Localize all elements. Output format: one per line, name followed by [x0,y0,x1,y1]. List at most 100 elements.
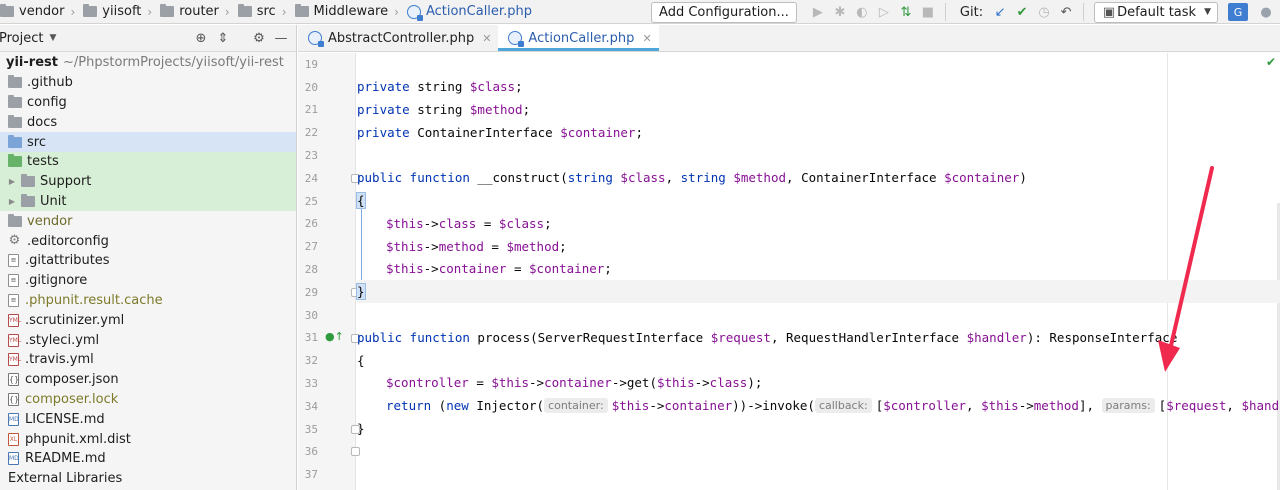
chevron-right-icon[interactable]: ▶ [6,177,18,186]
chevron-down-icon[interactable]: ▼ [49,33,56,43]
tree-item[interactable]: YML .scrutinizer.yml [0,310,296,330]
close-icon[interactable]: ✕ [482,32,491,45]
profile-icon[interactable]: ▷ [873,0,895,24]
tab-abstract-controller[interactable]: AbstractController.php ✕ [298,25,498,51]
json-file-icon: {} [8,392,20,406]
code-line[interactable]: public function __construct(string $clas… [357,166,1280,189]
tree-item[interactable]: MD LICENSE.md [0,409,296,429]
code-line[interactable]: private string $class; [357,75,1280,98]
line-number: 37 [304,468,318,481]
tree-item[interactable]: {} composer.json [0,370,296,390]
code-token: $this [386,215,424,231]
implements-method-icon[interactable]: ●↑ [325,330,344,343]
chevron-right-icon[interactable]: ▶ [6,197,18,206]
tree-item[interactable]: docs [0,112,296,132]
task-selector[interactable]: ▣ Default task ▼ [1094,1,1218,23]
git-update-icon[interactable]: ↙ [989,0,1011,24]
code-token: ))->invoke( [732,397,815,413]
tree-item[interactable]: tests [0,151,296,172]
divider [1083,3,1085,21]
code-line[interactable]: $this -> container = $container; [357,257,1280,280]
git-history-icon[interactable]: ◷ [1033,0,1055,24]
breadcrumb-item-src[interactable]: src › [234,0,291,24]
code-token: , [966,397,982,413]
add-configuration-button[interactable]: Add Configuration... [651,1,797,23]
task-label: Default task [1117,4,1197,20]
code-line[interactable]: } [357,417,1280,440]
tree-item[interactable]: ⚙ .editorconfig [0,231,296,251]
code-line[interactable]: $this -> class = $class; [357,212,1280,235]
code-line[interactable]: public function process(ServerRequestInt… [357,326,1280,349]
code-line-current[interactable]: } [356,280,1280,303]
git-commit-icon[interactable]: ✔ [1011,0,1033,24]
code-token: ; [544,215,552,231]
xml-file-icon: XL [8,432,19,446]
tree-item-root[interactable]: yii-rest ~/PhpstormProjects/yiisoft/yii-… [0,53,296,73]
tree-item[interactable]: {} composer.lock [0,390,296,410]
translate-icon[interactable]: G [1228,3,1248,21]
code-token: $container [944,169,1020,185]
locate-icon[interactable]: ⊕ [190,31,212,46]
git-label: Git: [959,4,984,20]
tree-item[interactable]: ▶ Unit [0,191,296,212]
tree-item[interactable]: vendor [0,211,296,231]
tree-item[interactable]: config [0,93,296,113]
attach-debugger-icon[interactable]: ⇅ [895,0,917,24]
hide-icon[interactable]: — [270,31,292,46]
tab-label: AbstractController.php [328,30,475,46]
breadcrumb-item-file[interactable]: ActionCaller.php [403,0,536,24]
breadcrumb-label: ActionCaller.php [425,4,532,19]
tree-item[interactable]: XL phpunit.xml.dist [0,429,296,449]
tree-item[interactable]: YML .travis.yml [0,350,296,370]
tree-item[interactable]: YML .styleci.yml [0,330,296,350]
breadcrumb-item-vendor[interactable]: vendor › [0,0,79,24]
code-token: -> [1018,397,1034,413]
code-line[interactable]: private ContainerInterface $container; [357,121,1280,144]
gear-icon[interactable]: ⚙ [248,31,270,46]
tree-item[interactable]: .github [0,73,296,93]
breadcrumb-item-yiisoft[interactable]: yiisoft › [79,0,156,24]
git-rollback-icon[interactable]: ↶ [1055,0,1077,24]
tree-item[interactable]: MD README.md [0,449,296,469]
project-panel-title[interactable]: Project [0,31,43,46]
code-token: new [446,397,469,413]
collapse-all-icon[interactable]: ⇕ [212,31,234,46]
tree-item-label: src [27,134,46,150]
code-line[interactable]: $this -> method = $method; [357,235,1280,258]
code-area[interactable]: private string $class; private string $m… [356,53,1280,490]
code-token: __construct( [477,169,568,185]
tree-item-selected[interactable]: src [0,132,296,152]
tree-item-label: External Libraries [8,471,123,487]
tree-item-label: Unit [40,193,67,209]
code-line[interactable]: private string $method; [357,98,1280,121]
tree-item-label: .phpunit.result.cache [25,292,163,308]
breadcrumb: vendor › yiisoft › router › src › Middle… [0,0,536,24]
tree-item[interactable]: ≡ .gitattributes [0,251,296,271]
tree-item[interactable]: ▶ Support [0,171,296,192]
code-line[interactable]: { [357,349,1280,372]
source-folder-icon [8,134,22,148]
code-token: $container [560,124,636,140]
code-line[interactable]: $controller = $this -> container ->get($thi… [357,371,1280,394]
parameter-hint: container: [544,397,608,413]
run-icon[interactable]: ▶ [807,0,829,24]
code-line[interactable]: { [356,189,1280,212]
tree-item[interactable]: ≡ .gitignore [0,271,296,291]
code-token: $class [620,169,666,185]
code-token: private [357,124,410,140]
breadcrumb-item-middleware[interactable]: Middleware › [291,0,403,24]
project-panel: Project ▼ ⊕ ⇕ ⚙ — yii-rest ~/PhpstormPro… [0,25,297,490]
tree-item-external-libraries[interactable]: External Libraries [0,469,296,489]
breadcrumb-item-router[interactable]: router › [156,0,234,24]
tab-action-caller[interactable]: ActionCaller.php ✕ [498,25,659,51]
coverage-icon[interactable]: ◐ [851,0,873,24]
user-icon[interactable]: ● [1256,3,1276,21]
debug-icon[interactable]: ✱ [829,0,851,24]
close-icon[interactable]: ✕ [642,32,651,45]
code-editor[interactable]: ●↑ ✔ 19 20 21 22 23 24 25 26 27 28 29 30… [298,53,1280,490]
stop-icon[interactable]: ■ [917,0,939,24]
line-number: 22 [304,126,318,139]
folder-icon [237,4,252,17]
code-line[interactable]: return (new Injector(container: $this -> co… [357,394,1280,417]
tree-item[interactable]: ≡ .phpunit.result.cache [0,291,296,311]
